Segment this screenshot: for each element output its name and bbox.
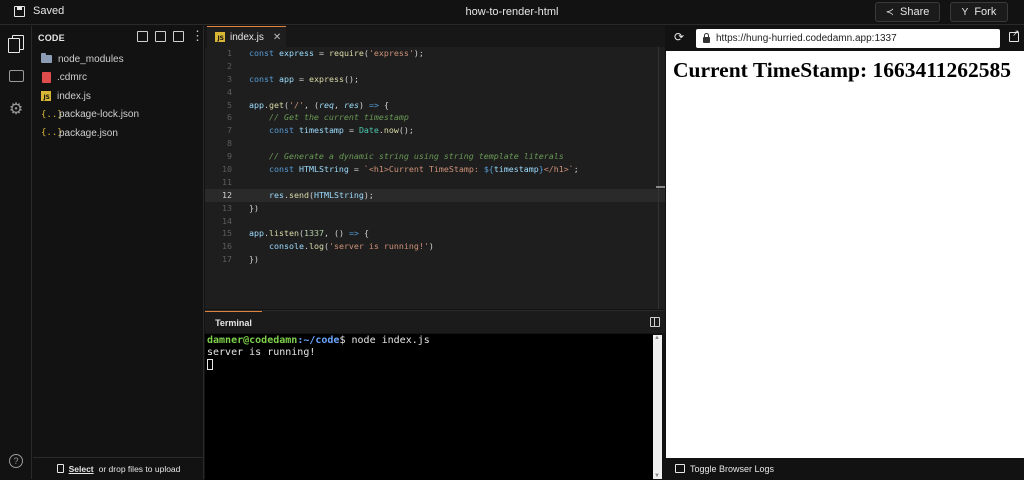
editor-tab-bar: JS index.js ✕	[205, 26, 665, 47]
code-line: 3 const app = express();	[227, 73, 359, 84]
file-item-label: package.json	[59, 127, 118, 139]
editor-scrollbar[interactable]	[658, 47, 665, 309]
code-line-active: 12 res.send(HTMLString);	[205, 188, 665, 202]
explorer-actions	[137, 28, 204, 44]
prompt-command: $ node index.js	[339, 335, 430, 346]
refresh-icon[interactable]: ⟳	[674, 31, 686, 43]
share-button-label: Share	[900, 6, 930, 18]
folder-icon	[41, 53, 52, 64]
tab-index-js[interactable]: JS index.js ✕	[207, 26, 286, 47]
code-lines[interactable]: 1 const express = require('express'); 2 3…	[205, 47, 665, 266]
code-line: 9 // Generate a dynamic string using str…	[227, 151, 564, 162]
upload-area[interactable]: Select or drop files to upload	[33, 457, 204, 479]
chat-icon[interactable]	[8, 69, 24, 85]
file-explorer: CODE node_modules .cdmrc JS index.js {..…	[33, 26, 204, 479]
file-item-node-modules[interactable]: node_modules	[33, 50, 204, 69]
more-icon[interactable]	[191, 28, 204, 44]
file-item-label: .cdmrc	[57, 72, 87, 84]
file-list: node_modules .cdmrc JS index.js {..} pac…	[33, 50, 204, 143]
file-item-package-json[interactable]: {..} package.json	[33, 124, 204, 143]
fork-icon: Y	[961, 6, 969, 18]
file-item-package-lock[interactable]: {..} package-lock.json	[33, 106, 204, 125]
code-line: 2	[227, 60, 232, 71]
code-line: 8	[227, 138, 232, 149]
help-icon[interactable]: ?	[9, 454, 23, 468]
js-file-icon: JS	[41, 91, 51, 102]
code-line: 17})	[222, 254, 259, 265]
new-folder-icon[interactable]	[155, 31, 166, 42]
fork-button[interactable]: Y Fork	[950, 2, 1008, 22]
code-editor[interactable]: JS index.js ✕ 1 const express = require('…	[205, 26, 665, 309]
upload-text: or drop files to upload	[98, 463, 181, 474]
file-icon	[42, 72, 51, 84]
fork-button-label: Fork	[974, 6, 997, 18]
terminal-prompt-line: damner@codedamn:~/code$ node index.js	[207, 335, 651, 347]
preview-heading: Current TimeStamp: 1663411262585	[673, 58, 1012, 82]
file-item-cdmrc[interactable]: .cdmrc	[33, 69, 204, 88]
files-icon[interactable]	[8, 35, 24, 53]
file-item-label: package-lock.json	[59, 109, 140, 121]
tab-terminal[interactable]: Terminal	[205, 311, 262, 333]
json-file-icon: {..}	[41, 128, 63, 139]
terminal-scrollbar[interactable]	[653, 335, 662, 479]
explorer-title: CODE	[38, 33, 65, 43]
editor-scroll-marker	[656, 186, 665, 188]
toggle-browser-logs-button[interactable]: Toggle Browser Logs	[666, 458, 1024, 479]
share-button[interactable]: ≺ Share	[875, 2, 940, 22]
tab-label: index.js	[230, 31, 264, 43]
code-line: 13})	[222, 202, 259, 213]
collapse-icon[interactable]	[173, 31, 184, 42]
prompt-path: :~/code	[297, 335, 340, 346]
url-field[interactable]: https://hung-hurried.codedamn.app:1337	[696, 29, 1000, 48]
console-icon	[675, 464, 685, 473]
code-line: 5 app.get('/', (req, res) => {	[227, 99, 389, 110]
terminal-panel: Terminal damner@codedamn:~/code$ node in…	[205, 310, 665, 480]
code-line: 15 app.listen(1337, () => {	[222, 228, 369, 239]
terminal-output-line: server is running!	[207, 347, 316, 358]
code-line: 7 const timestamp = Date.now();	[227, 125, 414, 136]
file-item-index-js[interactable]: JS index.js	[33, 87, 204, 106]
file-item-label: node_modules	[58, 53, 124, 65]
activity-rail: ⚙ ?	[0, 26, 32, 479]
gear-icon[interactable]: ⚙	[8, 102, 24, 118]
code-line: 11	[222, 176, 232, 187]
code-line: 1 const express = require('express');	[227, 48, 424, 58]
new-file-icon[interactable]	[137, 31, 148, 42]
address-bar: ⟳ https://hung-hurried.codedamn.app:1337	[666, 26, 1024, 51]
json-file-icon: {..}	[41, 109, 63, 120]
code-line: 16 console.log('server is running!')	[222, 241, 434, 252]
js-file-icon: JS	[215, 32, 225, 42]
logs-label: Toggle Browser Logs	[690, 463, 775, 474]
lock-icon	[703, 33, 710, 43]
code-line: 4	[227, 86, 232, 97]
close-icon[interactable]: ✕	[273, 32, 281, 43]
project-title: how-to-render-html	[465, 6, 559, 18]
terminal-cursor	[207, 359, 213, 370]
code-line: 14	[222, 215, 232, 226]
terminal-output[interactable]: damner@codedamn:~/code$ node index.js se…	[205, 334, 653, 480]
top-bar: Saved how-to-render-html ≺ Share Y Fork	[0, 0, 1024, 25]
url-text: https://hung-hurried.codedamn.app:1337	[716, 33, 897, 44]
open-external-icon[interactable]	[1009, 28, 1020, 42]
prompt-user: damner@codedamn	[207, 335, 298, 346]
file-item-label: index.js	[57, 90, 91, 102]
code-line: 6 // Get the current timestamp	[227, 112, 409, 123]
share-icon: ≺	[885, 6, 895, 18]
code-line: 10 const HTMLString = `<h1>Current TimeS…	[222, 164, 579, 175]
upload-file-icon	[56, 464, 64, 473]
split-panel-icon[interactable]	[650, 317, 660, 327]
upload-select-link[interactable]: Select	[69, 464, 94, 474]
terminal-tab-bar: Terminal	[205, 311, 665, 333]
browser-preview: ⟳ https://hung-hurried.codedamn.app:1337…	[666, 26, 1024, 479]
